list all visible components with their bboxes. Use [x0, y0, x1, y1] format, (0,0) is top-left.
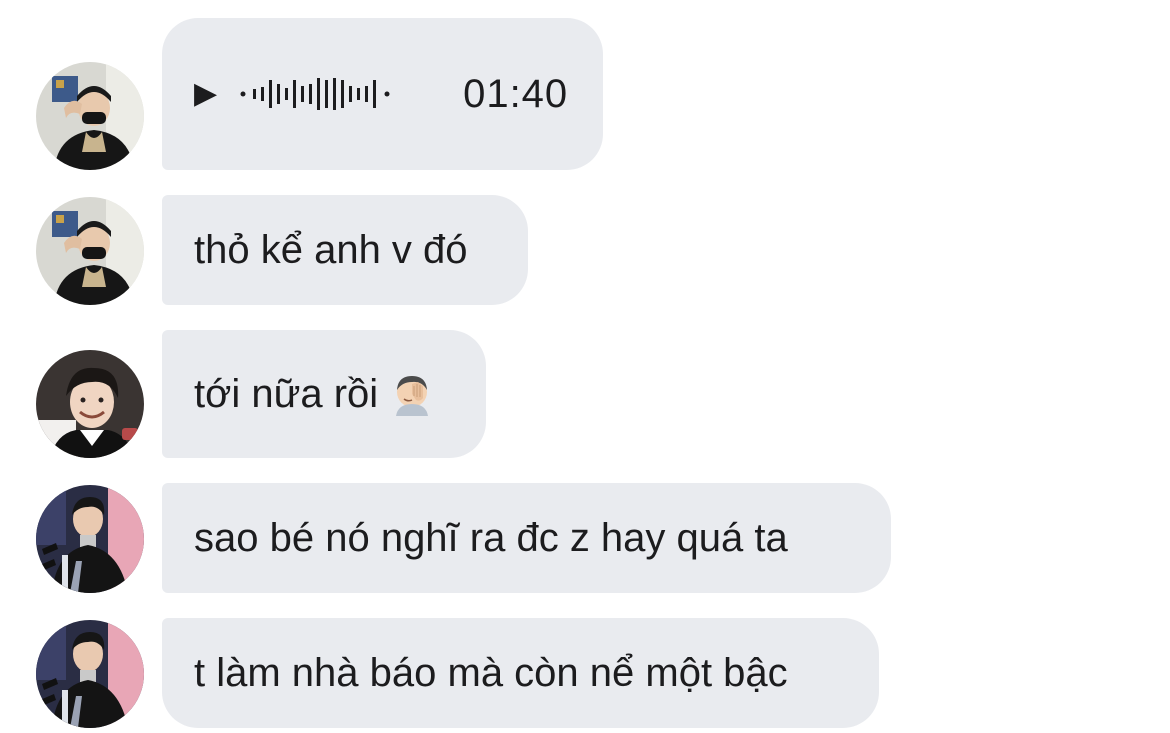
- chat-thread: ▶ 01:40 thỏ kể anh v đó tới nữa rồi sao …: [0, 0, 1170, 733]
- avatar-sender-c[interactable]: [36, 620, 144, 728]
- voice-duration: 01:40: [463, 72, 569, 116]
- play-icon[interactable]: ▶: [194, 70, 217, 118]
- waveform-icon[interactable]: [239, 74, 439, 114]
- avatar-sender-b[interactable]: [36, 350, 144, 458]
- message-bubble[interactable]: thỏ kể anh v đó: [162, 195, 528, 305]
- message-text: sao bé nó nghĩ ra đc z hay quá ta: [194, 516, 788, 560]
- message-bubble[interactable]: t làm nhà báo mà còn nể một bậc: [162, 618, 879, 728]
- voice-message-bubble[interactable]: ▶ 01:40: [162, 18, 603, 170]
- face-palm-emoji-icon: [390, 372, 434, 416]
- avatar-sender-c[interactable]: [36, 485, 144, 593]
- avatar-sender-a[interactable]: [36, 197, 144, 305]
- message-bubble[interactable]: tới nữa rồi: [162, 330, 486, 458]
- message-bubble[interactable]: sao bé nó nghĩ ra đc z hay quá ta: [162, 483, 891, 593]
- message-text: thỏ kể anh v đó: [194, 228, 468, 272]
- message-text: tới nữa rồi: [194, 372, 379, 416]
- message-text: t làm nhà báo mà còn nể một bậc: [194, 651, 788, 695]
- avatar-sender-a[interactable]: [36, 62, 144, 170]
